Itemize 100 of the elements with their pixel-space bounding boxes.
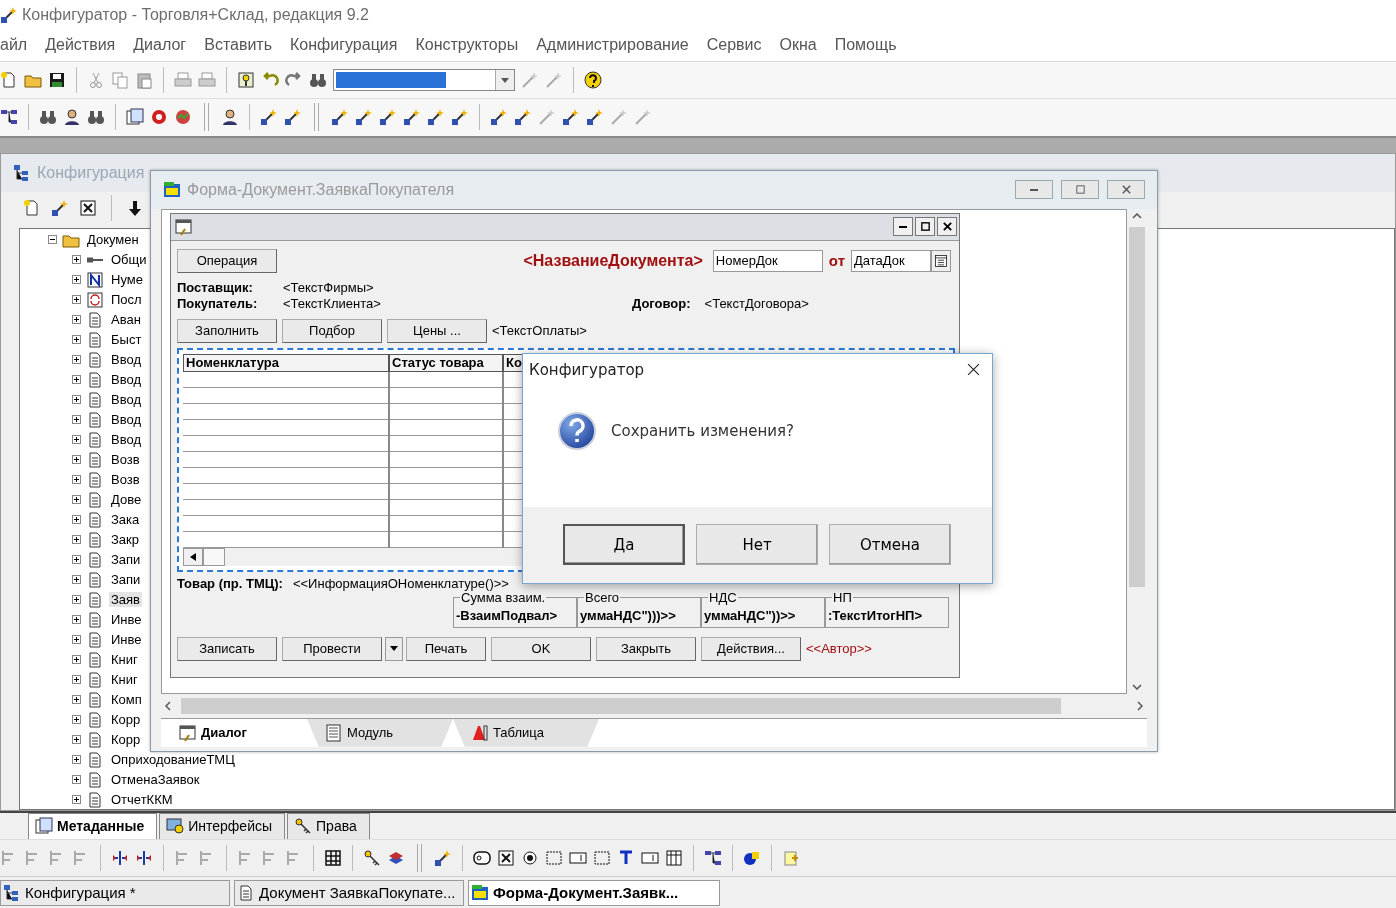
tree-item[interactable]: ОтчетККМ xyxy=(109,792,175,808)
wand-icon[interactable] xyxy=(586,108,604,127)
number-field[interactable]: НомерДок xyxy=(712,249,823,272)
editor-tab[interactable]: Таблица xyxy=(453,718,599,747)
person-icon[interactable] xyxy=(221,108,239,127)
new-item-icon[interactable] xyxy=(23,198,41,217)
menu-item[interactable]: Администрирование xyxy=(536,36,689,55)
expand-toggle-icon[interactable] xyxy=(72,615,81,625)
expand-toggle-icon[interactable] xyxy=(72,375,81,385)
paste-icon[interactable] xyxy=(135,71,153,90)
frame-tool-icon[interactable] xyxy=(545,848,563,867)
wand-icon[interactable] xyxy=(514,108,532,127)
calendar-button[interactable] xyxy=(931,249,951,272)
expand-toggle-icon[interactable] xyxy=(72,355,81,365)
window-tab[interactable]: Форма-Документ.Заявк... xyxy=(468,879,720,906)
tree-item[interactable]: ОприходованиеТМЦ xyxy=(109,752,237,768)
expand-toggle-icon[interactable] xyxy=(72,555,81,565)
dialog-button[interactable]: Да xyxy=(563,524,685,566)
expand-toggle-icon[interactable] xyxy=(72,455,81,465)
form-button[interactable]: Провести xyxy=(282,636,382,661)
expand-toggle-icon[interactable] xyxy=(72,295,81,305)
scroll-thumb[interactable] xyxy=(1129,226,1145,587)
tree-item[interactable]: Быст xyxy=(109,332,144,348)
form-button[interactable]: Подбор xyxy=(282,318,382,343)
tree-item[interactable]: Корр xyxy=(109,712,143,728)
menu-item[interactable]: Помощь xyxy=(834,36,897,55)
menu-item[interactable]: Конструкторы xyxy=(415,36,519,55)
tree-item[interactable]: Ввод xyxy=(109,372,143,388)
tree-item[interactable]: Зака xyxy=(109,512,142,528)
wand-icon[interactable] xyxy=(331,108,349,127)
tree-item[interactable]: Аван xyxy=(109,312,143,328)
center-vertical-icon[interactable] xyxy=(111,848,129,867)
expand-toggle-icon[interactable] xyxy=(72,595,81,605)
panel-tab[interactable]: Права xyxy=(287,812,370,839)
button-tool-icon[interactable] xyxy=(473,848,491,867)
key-icon[interactable] xyxy=(237,71,255,90)
panel-tab[interactable]: Интерфейсы xyxy=(159,812,286,839)
help-icon[interactable] xyxy=(584,71,602,90)
close-icon[interactable] xyxy=(967,363,980,377)
tree-item[interactable]: Докумен xyxy=(85,232,141,248)
save-icon[interactable] xyxy=(48,71,66,90)
binoculars-icon[interactable] xyxy=(87,108,105,127)
wand-icon[interactable] xyxy=(490,108,508,127)
wand-icon[interactable] xyxy=(51,198,69,217)
binoculars-icon[interactable] xyxy=(39,108,57,127)
tree-item[interactable]: Посл xyxy=(109,292,144,308)
tree-icon[interactable] xyxy=(0,108,18,127)
wand-icon[interactable] xyxy=(260,108,278,127)
expand-toggle-icon[interactable] xyxy=(72,655,81,665)
form-button[interactable]: OK xyxy=(491,636,591,661)
wand-icon[interactable] xyxy=(355,108,373,127)
tree-item[interactable]: Ввод xyxy=(109,412,143,428)
wand-icon[interactable] xyxy=(434,848,452,867)
tree-item[interactable]: Общи xyxy=(109,252,149,268)
table-tool-icon[interactable] xyxy=(665,848,683,867)
center-horizontal-icon[interactable] xyxy=(135,848,153,867)
window-tab[interactable]: Конфигурация * xyxy=(0,879,230,906)
operation-button[interactable]: Операция xyxy=(177,248,277,273)
expand-toggle-icon[interactable] xyxy=(72,715,81,725)
tree-item[interactable]: Ввод xyxy=(109,352,143,368)
text-tool-icon[interactable] xyxy=(617,848,635,867)
expand-toggle-icon[interactable] xyxy=(72,415,81,425)
tree-item[interactable]: Закр xyxy=(109,532,141,548)
new-document-icon[interactable] xyxy=(0,71,18,90)
add-form-icon[interactable] xyxy=(782,848,800,867)
expand-toggle-icon[interactable] xyxy=(72,255,81,265)
wand-icon[interactable] xyxy=(427,108,445,127)
expand-toggle-icon[interactable] xyxy=(72,435,81,445)
target-icon[interactable] xyxy=(150,108,168,127)
date-field[interactable]: ДатаДок xyxy=(851,249,931,272)
tree-item[interactable]: Запи xyxy=(109,572,143,588)
expand-toggle-icon[interactable] xyxy=(72,275,81,285)
expand-toggle-icon[interactable] xyxy=(72,575,81,585)
expand-toggle-icon[interactable] xyxy=(72,335,81,345)
menu-item[interactable]: Сервис xyxy=(706,36,762,55)
expand-toggle-icon[interactable] xyxy=(72,395,81,405)
editor-tab[interactable]: Модуль xyxy=(307,718,453,747)
chart-circle-icon[interactable] xyxy=(174,108,192,127)
dropdown-button[interactable] xyxy=(385,636,403,661)
tree-item[interactable]: Инве xyxy=(109,612,144,628)
radio-tool-icon[interactable] xyxy=(521,848,539,867)
expand-toggle-icon[interactable] xyxy=(72,735,81,745)
form-button[interactable]: Действия... xyxy=(701,636,801,661)
form-button[interactable]: Печать xyxy=(406,636,486,661)
checkbox-tool-icon[interactable] xyxy=(497,848,515,867)
binoculars-icon[interactable] xyxy=(309,71,327,90)
expand-toggle-icon[interactable] xyxy=(72,795,81,805)
expand-toggle-icon[interactable] xyxy=(72,495,81,505)
column-header[interactable]: Номенклатура xyxy=(183,353,389,372)
wand-icon[interactable] xyxy=(562,108,580,127)
tree-item[interactable]: Книг xyxy=(109,652,140,668)
tree-item[interactable]: Нуме xyxy=(109,272,145,288)
form-button[interactable]: Заполнить xyxy=(177,318,277,343)
expand-toggle-icon[interactable] xyxy=(72,515,81,525)
grid-icon[interactable] xyxy=(324,848,342,867)
tree-icon[interactable] xyxy=(704,848,722,867)
configuration-combo[interactable] xyxy=(333,69,515,92)
column-header[interactable]: Статус товара xyxy=(389,353,503,372)
form-button[interactable]: Цены ... xyxy=(387,318,487,343)
dialog-button[interactable]: Нет xyxy=(696,524,818,566)
